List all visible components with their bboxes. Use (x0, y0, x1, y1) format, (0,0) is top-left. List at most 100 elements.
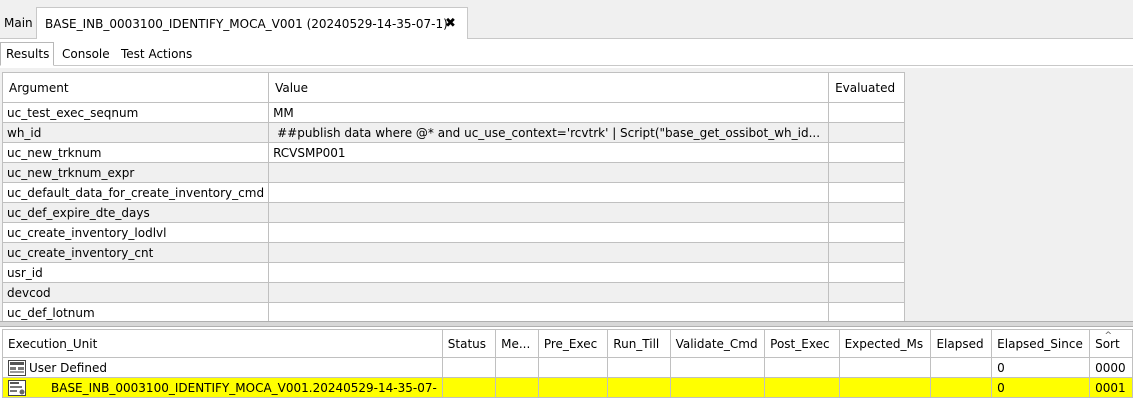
column-header-elapsed[interactable]: Elapsed (930, 329, 993, 358)
value-cell[interactable]: RCVSMP001 (268, 142, 830, 163)
argument-cell[interactable]: uc_new_trknum_expr (1, 162, 270, 183)
value-cell[interactable] (268, 222, 830, 243)
argument-cell[interactable]: uc_def_expire_dte_days (1, 202, 270, 223)
table-row[interactable]: devcod (1, 282, 906, 303)
column-header-status[interactable]: Status (441, 329, 497, 358)
table-row[interactable]: uc_def_expire_dte_days (1, 202, 906, 223)
argument-cell[interactable]: uc_default_data_for_create_inventory_cmd (1, 182, 270, 203)
expected-ms-cell[interactable] (838, 357, 932, 378)
value-cell[interactable]: ##publish data where @* and uc_use_conte… (268, 122, 830, 143)
column-header-pre-exec[interactable]: Pre_Exec (537, 329, 609, 358)
run-till-cell[interactable] (607, 377, 671, 398)
table-row[interactable]: User Defined 0 0000 (2, 357, 1133, 378)
pre-exec-cell[interactable] (537, 377, 609, 398)
evaluated-cell[interactable] (828, 222, 906, 243)
tab-test-run-label: BASE_INB_0003100_IDENTIFY_MOCA_V001 (202… (45, 16, 448, 31)
evaluated-cell[interactable] (828, 102, 906, 123)
group-icon (8, 359, 26, 376)
status-cell[interactable] (441, 377, 497, 398)
execution-unit-cell[interactable]: BASE_INB_0003100_IDENTIFY_MOCA_V001.2024… (2, 377, 443, 398)
execution-unit-cell[interactable]: User Defined (2, 357, 443, 378)
column-header-execution-unit[interactable]: Execution_Unit (2, 329, 443, 358)
table-row[interactable]: uc_create_inventory_cnt (1, 242, 906, 263)
sort-cell[interactable]: 0001 (1089, 377, 1133, 398)
value-cell[interactable] (268, 202, 830, 223)
table-row[interactable]: wh_id ##publish data where @* and uc_use… (1, 122, 906, 143)
evaluated-cell[interactable] (828, 302, 906, 323)
script-icon (8, 379, 26, 396)
tab-main[interactable]: Main (0, 7, 36, 39)
table-row[interactable]: uc_create_inventory_lodlvl (1, 222, 906, 243)
column-header-value[interactable]: Value (268, 72, 830, 103)
column-header-expected-ms[interactable]: Expected_Ms (838, 329, 932, 358)
sort-cell[interactable]: 0000 (1089, 357, 1133, 378)
value-cell[interactable] (268, 162, 830, 183)
me-cell[interactable] (495, 357, 539, 378)
elapsed-since-cell[interactable]: 0 (991, 377, 1091, 398)
elapsed-since-cell[interactable]: 0 (991, 357, 1091, 378)
column-header-argument[interactable]: Argument (1, 72, 270, 103)
pre-exec-cell[interactable] (537, 357, 609, 378)
execution-header-row: Execution_Unit Status Me... Pre_Exec Run… (2, 329, 1133, 358)
tab-test-actions[interactable]: Test Actions (121, 42, 192, 66)
argument-cell[interactable]: usr_id (1, 262, 270, 283)
argument-cell[interactable]: uc_test_exec_seqnum (1, 102, 270, 123)
value-cell[interactable] (268, 302, 830, 323)
tab-console-label: Console (62, 47, 110, 61)
table-row[interactable]: uc_default_data_for_create_inventory_cmd (1, 182, 906, 203)
tab-test-run[interactable]: BASE_INB_0003100_IDENTIFY_MOCA_V001 (202… (36, 7, 468, 39)
arguments-panel: Argument Value Evaluated uc_test_exec_se… (0, 68, 1133, 323)
table-row[interactable]: BASE_INB_0003100_IDENTIFY_MOCA_V001.2024… (2, 377, 1133, 398)
value-cell[interactable]: MM (268, 102, 830, 123)
argument-cell[interactable]: devcod (1, 282, 270, 303)
evaluated-cell[interactable] (828, 282, 906, 303)
column-header-me[interactable]: Me... (495, 329, 539, 358)
column-header-elapsed-since[interactable]: Elapsed_Since (991, 329, 1091, 358)
execution-panel: Execution_Unit Status Me... Pre_Exec Run… (0, 327, 1133, 407)
argument-cell[interactable]: uc_create_inventory_cnt (1, 242, 270, 263)
value-cell[interactable] (268, 182, 830, 203)
table-row[interactable]: uc_new_trknum_expr (1, 162, 906, 183)
argument-cell[interactable]: uc_create_inventory_lodlvl (1, 222, 270, 243)
execution-table: Execution_Unit Status Me... Pre_Exec Run… (2, 329, 1133, 398)
table-row[interactable]: uc_test_exec_seqnum MM (1, 102, 906, 123)
argument-cell[interactable]: uc_def_lotnum (1, 302, 270, 323)
expected-ms-cell[interactable] (838, 377, 932, 398)
validate-cmd-cell[interactable] (669, 357, 766, 378)
elapsed-cell[interactable] (930, 377, 993, 398)
run-till-cell[interactable] (607, 357, 671, 378)
elapsed-cell[interactable] (930, 357, 993, 378)
execution-unit-name: BASE_INB_0003100_IDENTIFY_MOCA_V001.2024… (51, 380, 437, 395)
argument-cell[interactable]: wh_id (1, 122, 270, 143)
column-header-evaluated[interactable]: Evaluated (828, 72, 906, 103)
validate-cmd-cell[interactable] (669, 377, 766, 398)
value-cell[interactable] (268, 262, 830, 283)
column-header-post-exec[interactable]: Post_Exec (764, 329, 840, 358)
evaluated-cell[interactable] (828, 182, 906, 203)
me-cell[interactable] (495, 377, 539, 398)
tab-test-actions-label: Test Actions (121, 47, 193, 61)
column-header-run-till[interactable]: Run_Till (607, 329, 671, 358)
tab-results[interactable]: Results (0, 42, 54, 66)
table-row[interactable]: uc_def_lotnum (1, 302, 906, 323)
table-row[interactable]: uc_new_trknum RCVSMP001 (1, 142, 906, 163)
arguments-header-row: Argument Value Evaluated (1, 72, 906, 103)
post-exec-cell[interactable] (764, 377, 840, 398)
column-header-validate-cmd[interactable]: Validate_Cmd (669, 329, 766, 358)
value-cell[interactable] (268, 242, 830, 263)
evaluated-cell[interactable] (828, 242, 906, 263)
post-exec-cell[interactable] (764, 357, 840, 378)
arguments-table: Argument Value Evaluated uc_test_exec_se… (1, 72, 906, 323)
tab-console[interactable]: Console (62, 42, 110, 66)
evaluated-cell[interactable] (828, 122, 906, 143)
close-icon[interactable]: ✖ (445, 16, 456, 31)
evaluated-cell[interactable] (828, 202, 906, 223)
column-header-sort[interactable]: ^ Sort (1089, 329, 1133, 358)
value-cell[interactable] (268, 282, 830, 303)
evaluated-cell[interactable] (828, 142, 906, 163)
argument-cell[interactable]: uc_new_trknum (1, 142, 270, 163)
status-cell[interactable] (441, 357, 497, 378)
evaluated-cell[interactable] (828, 162, 906, 183)
evaluated-cell[interactable] (828, 262, 906, 283)
table-row[interactable]: usr_id (1, 262, 906, 283)
